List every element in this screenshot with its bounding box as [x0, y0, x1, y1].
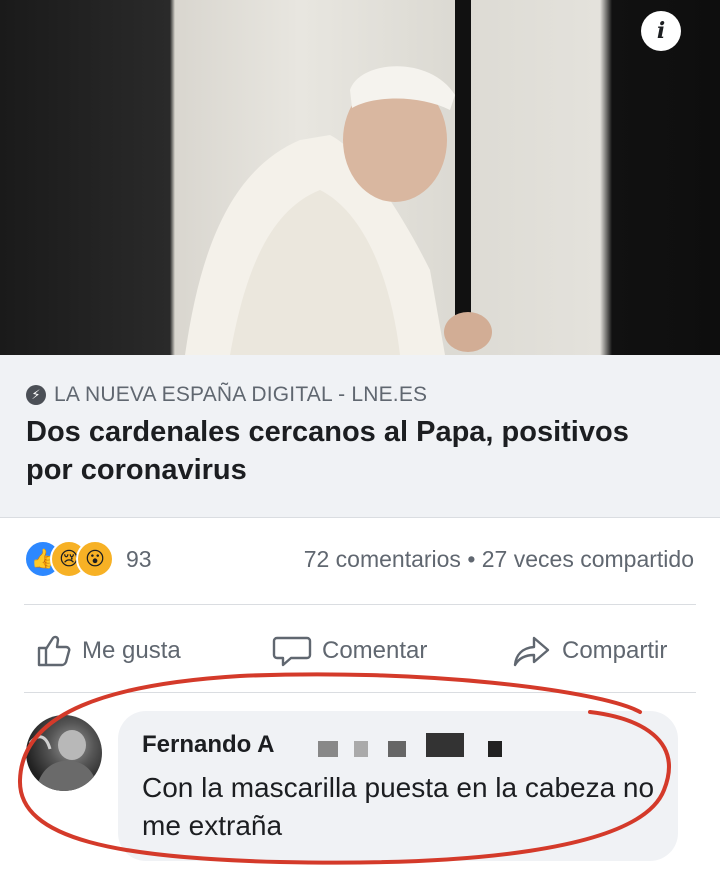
- avatar[interactable]: [26, 715, 102, 791]
- thumbs-up-icon: [37, 635, 71, 667]
- action-bar: Me gusta Comentar Compartir: [0, 620, 720, 680]
- info-icon[interactable]: i: [641, 11, 681, 51]
- comment-text: Con la mascarilla puesta en la cabeza no…: [142, 772, 655, 841]
- link-source: ⚡ LA NUEVA ESPAÑA DIGITAL - LNE.ES: [26, 383, 427, 407]
- divider: [24, 604, 696, 605]
- divider: [24, 692, 696, 693]
- link-headline[interactable]: Dos cardenales cercanos al Papa, positiv…: [26, 413, 666, 489]
- like-button[interactable]: Me gusta: [36, 634, 181, 668]
- share-arrow-icon: [513, 636, 550, 667]
- redaction-mark: [318, 741, 338, 757]
- speech-bubble-icon: [272, 636, 312, 667]
- redaction-mark: [388, 741, 406, 757]
- comments-shares-count[interactable]: 72 comentarios • 27 veces compartido: [304, 546, 694, 573]
- comment: Fernando A Con la mascarilla puesta en l…: [0, 705, 720, 875]
- reaction-count[interactable]: 93: [126, 546, 152, 573]
- link-preview[interactable]: ⚡ LA NUEVA ESPAÑA DIGITAL - LNE.ES Dos c…: [0, 355, 720, 518]
- comment-bubble: Fernando A Con la mascarilla puesta en l…: [118, 711, 678, 861]
- post-image[interactable]: i: [0, 0, 720, 355]
- comment-button[interactable]: Comentar: [272, 634, 427, 668]
- link-source-text: LA NUEVA ESPAÑA DIGITAL - LNE.ES: [54, 383, 428, 406]
- figure-illustration: [185, 66, 492, 355]
- redaction-mark: [354, 741, 368, 757]
- lightning-bolt-icon: ⚡: [26, 385, 46, 405]
- like-label: Me gusta: [82, 637, 181, 664]
- comment-label: Comentar: [322, 637, 428, 664]
- share-label: Compartir: [562, 637, 668, 664]
- redaction-mark: [488, 741, 502, 757]
- wow-icon: 😮: [76, 540, 114, 578]
- post-stats: 👍 😢 😮 93 72 comentarios • 27 veces compa…: [0, 530, 720, 590]
- comment-author[interactable]: Fernando A: [142, 731, 274, 759]
- reaction-icons[interactable]: 👍 😢 😮: [24, 540, 124, 578]
- share-button[interactable]: Compartir: [512, 634, 667, 668]
- redaction-mark: [426, 733, 464, 757]
